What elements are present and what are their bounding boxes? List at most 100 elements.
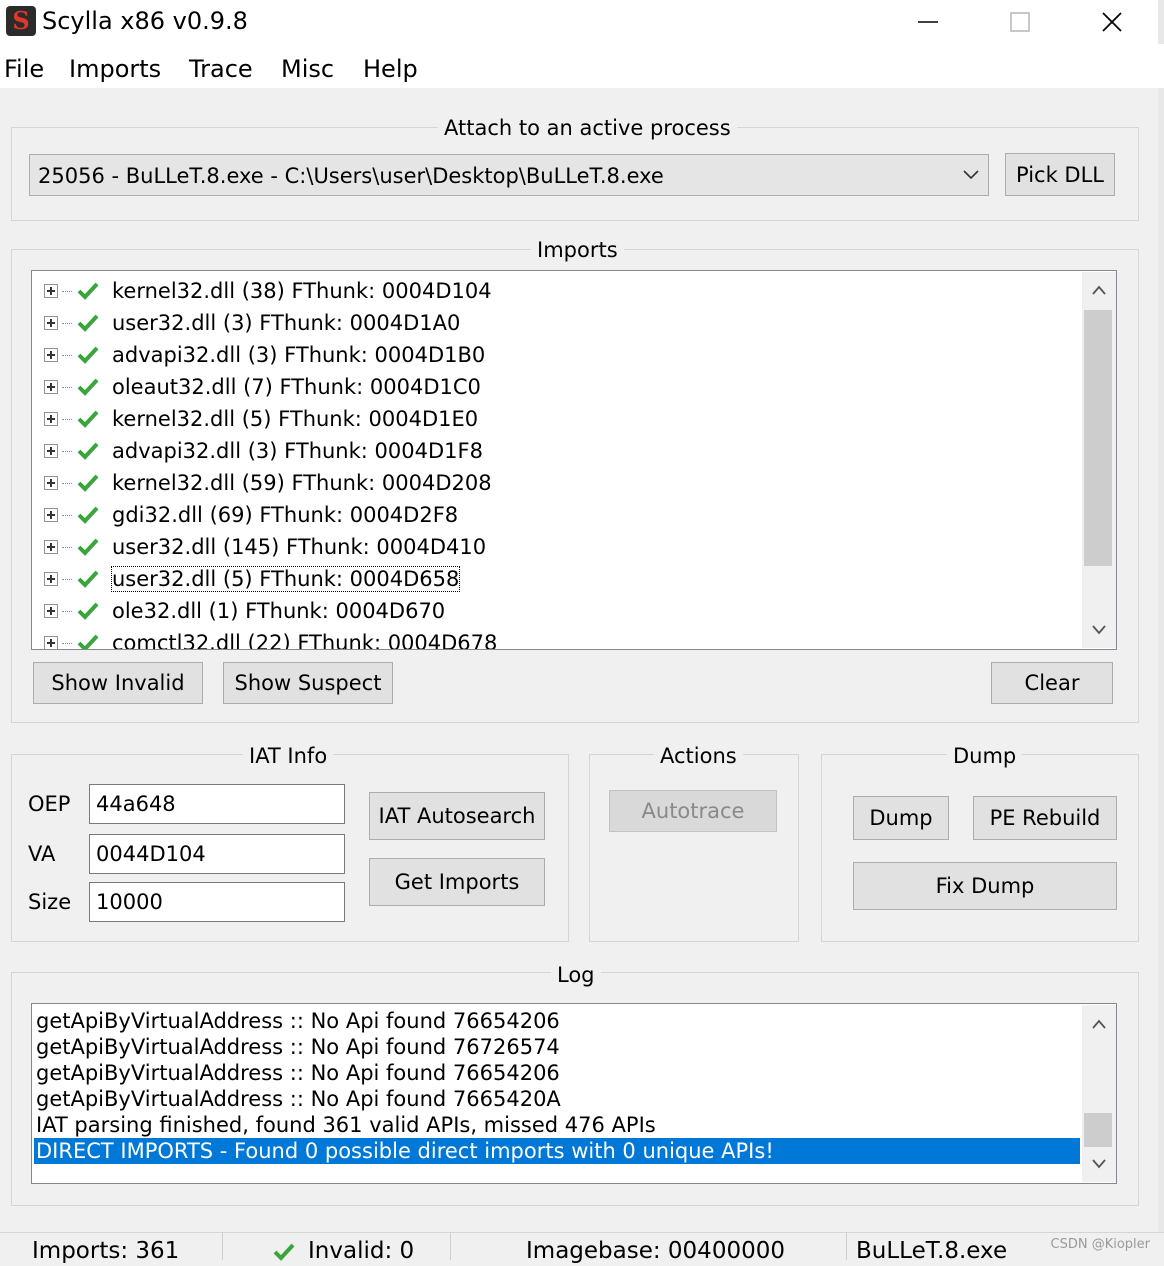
va-input[interactable]: 0044D104: [89, 834, 345, 874]
menu-imports[interactable]: Imports: [69, 54, 161, 84]
import-item-label: kernel32.dll (38) FThunk: 0004D104: [112, 279, 492, 303]
status-imagebase: Imagebase: 00400000: [526, 1238, 785, 1264]
menu-file[interactable]: File: [4, 54, 44, 84]
log-line[interactable]: DIRECT IMPORTS - Found 0 possible direct…: [34, 1138, 1080, 1164]
imports-scroll-thumb[interactable]: [1084, 310, 1112, 566]
expand-icon[interactable]: [44, 444, 58, 458]
scroll-up-icon[interactable]: [1091, 1018, 1107, 1030]
import-tree-item[interactable]: user32.dll (145) FThunk: 0004D410: [44, 531, 486, 563]
expand-icon[interactable]: [44, 348, 58, 362]
imports-tree[interactable]: kernel32.dll (38) FThunk: 0004D104 user32…: [31, 270, 1117, 650]
clear-button[interactable]: Clear: [991, 662, 1113, 704]
import-tree-item[interactable]: advapi32.dll (3) FThunk: 0004D1B0: [44, 339, 485, 371]
scroll-up-icon[interactable]: [1091, 284, 1107, 296]
show-suspect-button[interactable]: Show Suspect: [223, 662, 393, 704]
minimize-button[interactable]: [882, 0, 974, 44]
tree-line: [62, 642, 72, 644]
tree-line: [62, 610, 72, 612]
status-module: BuLLeT.8.exe: [856, 1238, 1008, 1264]
iat-info-group-label: IAT Info: [243, 743, 334, 769]
maximize-icon: [1010, 12, 1030, 32]
import-tree-item[interactable]: user32.dll (3) FThunk: 0004D1A0: [44, 307, 460, 339]
menu-help[interactable]: Help: [363, 54, 418, 84]
fix-dump-button[interactable]: Fix Dump: [853, 862, 1117, 910]
status-separator: [450, 1232, 451, 1260]
log-line[interactable]: getApiByVirtualAddress :: No Api found 7…: [36, 1034, 560, 1060]
check-icon: [77, 634, 99, 649]
process-select[interactable]: 25056 - BuLLeT.8.exe - C:\Users\user\Des…: [29, 154, 989, 196]
check-icon: [77, 282, 99, 300]
log-list[interactable]: getApiByVirtualAddress :: No Api found 7…: [31, 1003, 1117, 1184]
close-button[interactable]: [1066, 0, 1158, 44]
size-input[interactable]: 10000: [89, 882, 345, 922]
check-icon: [77, 410, 99, 428]
check-icon: [77, 314, 99, 332]
menu-trace[interactable]: Trace: [189, 54, 253, 84]
import-tree-item[interactable]: gdi32.dll (69) FThunk: 0004D2F8: [44, 499, 458, 531]
status-invalid: Invalid: 0: [308, 1238, 415, 1264]
scroll-down-icon[interactable]: [1091, 1158, 1107, 1170]
va-label: VA: [28, 842, 56, 866]
pe-rebuild-button[interactable]: PE Rebuild: [973, 796, 1117, 840]
dump-button[interactable]: Dump: [853, 796, 949, 840]
tree-line: [62, 578, 72, 580]
log-line[interactable]: getApiByVirtualAddress :: No Api found 7…: [36, 1008, 560, 1034]
log-line[interactable]: getApiByVirtualAddress :: No Api found 7…: [36, 1086, 561, 1112]
expand-icon[interactable]: [44, 284, 58, 298]
scylla-app-icon: S: [6, 6, 36, 36]
show-invalid-button[interactable]: Show Invalid: [33, 662, 203, 704]
expand-icon[interactable]: [44, 380, 58, 394]
menu-misc[interactable]: Misc: [281, 54, 334, 84]
import-tree-item[interactable]: user32.dll (5) FThunk: 0004D658: [44, 563, 461, 595]
expand-icon[interactable]: [44, 540, 58, 554]
tree-line: [62, 546, 72, 548]
actions-group: [589, 754, 799, 942]
iat-autosearch-button[interactable]: IAT Autosearch: [369, 792, 545, 840]
import-item-label: user32.dll (5) FThunk: 0004D658: [110, 566, 461, 592]
import-item-label: kernel32.dll (5) FThunk: 0004D1E0: [112, 407, 479, 431]
log-line[interactable]: getApiByVirtualAddress :: No Api found 7…: [36, 1060, 560, 1086]
expand-icon[interactable]: [44, 636, 58, 649]
import-tree-item[interactable]: oleaut32.dll (7) FThunk: 0004D1C0: [44, 371, 481, 403]
imports-group-label: Imports: [531, 237, 624, 263]
log-scroll-thumb[interactable]: [1084, 1113, 1112, 1147]
tree-line: [62, 482, 72, 484]
watermark: CSDN @Kiopler: [1050, 1237, 1151, 1252]
log-line[interactable]: IAT parsing finished, found 361 valid AP…: [36, 1112, 656, 1138]
pick-dll-button[interactable]: Pick DLL: [1005, 153, 1115, 196]
oep-input[interactable]: 44a648: [89, 784, 345, 824]
import-item-label: user32.dll (145) FThunk: 0004D410: [112, 535, 487, 559]
import-tree-item[interactable]: comctl32.dll (22) FThunk: 0004D678: [44, 627, 497, 649]
log-scrollbar[interactable]: [1082, 1005, 1116, 1182]
expand-icon[interactable]: [44, 604, 58, 618]
maximize-button[interactable]: [974, 0, 1066, 44]
expand-icon[interactable]: [44, 476, 58, 490]
import-tree-item[interactable]: kernel32.dll (59) FThunk: 0004D208: [44, 467, 492, 499]
autotrace-button[interactable]: Autotrace: [609, 790, 777, 832]
expand-icon[interactable]: [44, 316, 58, 330]
tree-line: [62, 354, 72, 356]
expand-icon[interactable]: [44, 572, 58, 586]
window-right-edge: [1158, 0, 1164, 1260]
attach-group-label: Attach to an active process: [438, 115, 737, 141]
check-icon: [77, 538, 99, 556]
size-label: Size: [28, 890, 72, 914]
import-tree-item[interactable]: kernel32.dll (5) FThunk: 0004D1E0: [44, 403, 478, 435]
log-group-label: Log: [551, 962, 601, 988]
scroll-down-icon[interactable]: [1091, 624, 1107, 636]
expand-icon[interactable]: [44, 508, 58, 522]
window-title: Scylla x86 v0.9.8: [42, 7, 248, 35]
import-tree-item[interactable]: ole32.dll (1) FThunk: 0004D670: [44, 595, 445, 627]
check-icon: [273, 1243, 295, 1261]
get-imports-button[interactable]: Get Imports: [369, 858, 545, 906]
import-item-label: advapi32.dll (3) FThunk: 0004D1F8: [112, 439, 483, 463]
import-tree-item[interactable]: advapi32.dll (3) FThunk: 0004D1F8: [44, 435, 483, 467]
check-icon: [77, 474, 99, 492]
oep-label: OEP: [28, 792, 71, 816]
imports-scrollbar[interactable]: [1082, 272, 1116, 648]
import-item-label: oleaut32.dll (7) FThunk: 0004D1C0: [112, 375, 481, 399]
tree-line: [62, 322, 72, 324]
import-tree-item[interactable]: kernel32.dll (38) FThunk: 0004D104: [44, 275, 492, 307]
tree-line: [62, 418, 72, 420]
expand-icon[interactable]: [44, 412, 58, 426]
